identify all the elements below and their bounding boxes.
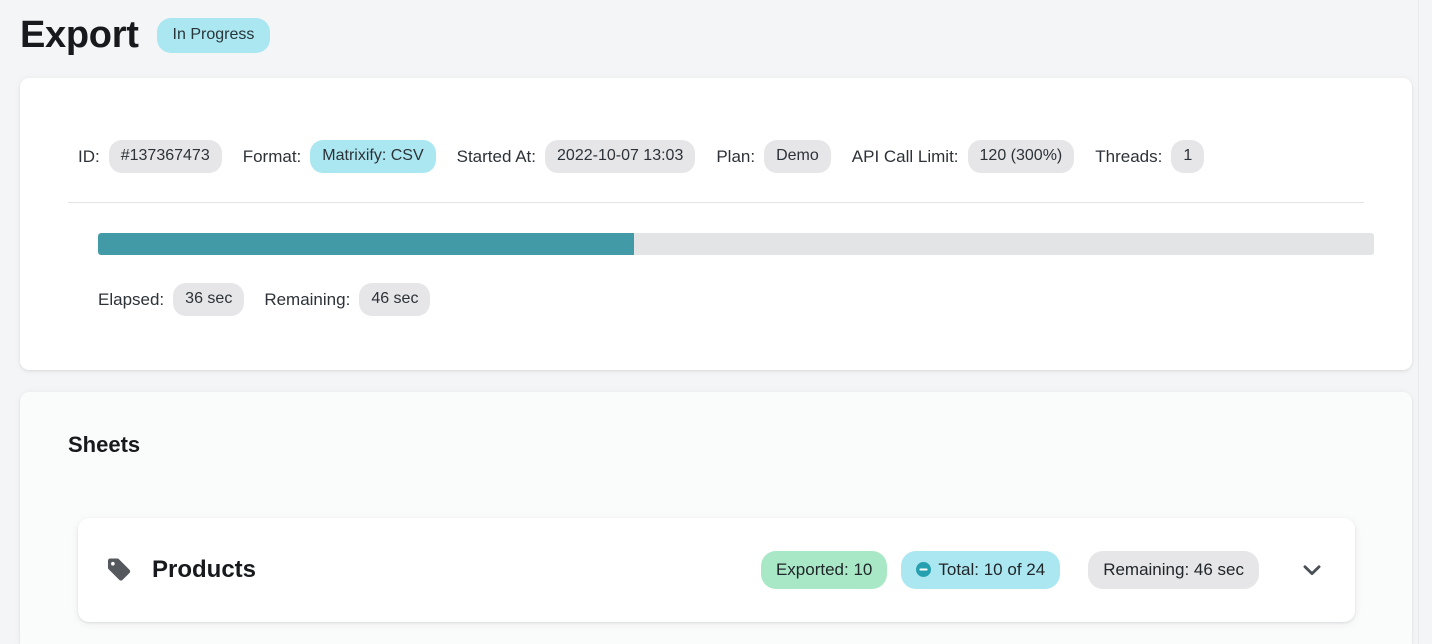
sheet-row-identity: Products (104, 556, 761, 584)
right-gutter (1419, 0, 1432, 644)
chevron-down-icon[interactable] (1273, 557, 1329, 583)
meta-item-id: ID: #137367473 (78, 140, 222, 173)
remaining-value: 46 sec (359, 283, 431, 316)
meta-label-api-call-limit: API Call Limit: (851, 146, 959, 166)
sheet-row-status-group: Exported: 10 Total: 10 of 24 Remaining: … (760, 551, 1329, 589)
meta-item-threads: Threads: 1 (1095, 140, 1205, 173)
sheets-section-title: Sheets (68, 432, 141, 457)
sheet-row-products[interactable]: Products Exported: 10 Total: 10 of 24 Re… (78, 518, 1355, 622)
minus-circle-icon (916, 562, 932, 577)
export-summary-card: ID: #137367473 Format: Matrixify: CSV St… (20, 78, 1412, 370)
export-progress-fill (98, 233, 634, 255)
sheets-card: Sheets Products Exported: 10 Total: 10 o… (20, 392, 1412, 644)
export-timing-row: Elapsed: 36 sec Remaining: 46 sec (98, 283, 431, 316)
sheet-remaining-badge: Remaining: 46 sec (1088, 551, 1259, 589)
exported-count-badge: Exported: 10 (760, 551, 888, 589)
meta-label-threads: Threads: (1095, 146, 1163, 166)
meta-label-plan: Plan: (716, 146, 756, 166)
meta-label-format: Format: (242, 146, 302, 166)
meta-value-plan: Demo (764, 140, 831, 173)
meta-item-api-call-limit: API Call Limit: 120 (300%) (851, 140, 1075, 173)
right-gutter-divider (1418, 0, 1419, 644)
meta-value-id: #137367473 (108, 140, 222, 173)
total-count-label: Total: 10 of 24 (938, 560, 1046, 579)
page-title: Export (20, 14, 139, 56)
meta-item-plan: Plan: Demo (716, 140, 831, 173)
export-progress-bar (98, 233, 1374, 255)
meta-item-started-at: Started At: 2022-10-07 13:03 (457, 140, 696, 173)
status-badge: In Progress (156, 17, 271, 53)
meta-value-api-call-limit: 120 (300%) (967, 140, 1075, 173)
meta-label-started-at: Started At: (456, 146, 537, 166)
meta-value-format: Matrixify: CSV (310, 140, 436, 173)
page-header: Export In Progress (0, 0, 1432, 56)
sheet-name-label: Products (152, 556, 257, 583)
remaining-label: Remaining: (264, 289, 351, 309)
meta-item-format: Format: Matrixify: CSV (243, 140, 436, 173)
export-meta-row: ID: #137367473 Format: Matrixify: CSV St… (20, 78, 1412, 173)
elapsed-value: 36 sec (173, 283, 245, 316)
elapsed-label: Elapsed: (98, 289, 165, 309)
meta-label-id: ID: (78, 146, 100, 166)
meta-value-threads: 1 (1171, 140, 1205, 173)
tag-icon (104, 556, 132, 584)
section-divider (68, 202, 1364, 203)
total-count-badge: Total: 10 of 24 (901, 551, 1061, 589)
meta-value-started-at: 2022-10-07 13:03 (545, 140, 696, 173)
